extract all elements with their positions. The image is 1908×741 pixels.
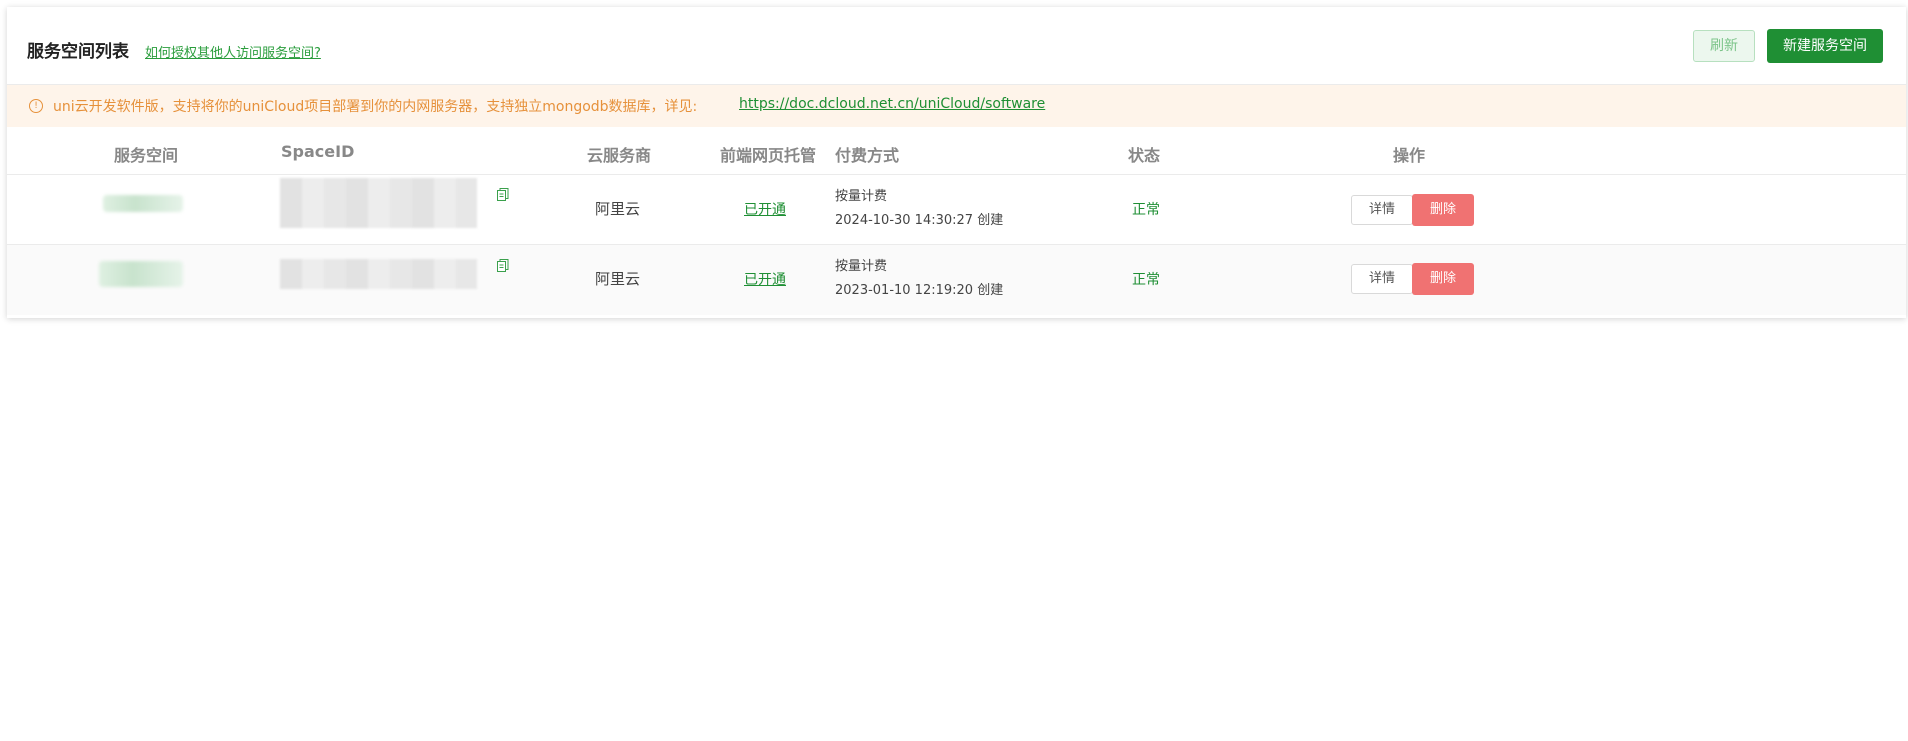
info-icon: ! bbox=[29, 99, 43, 113]
col-header-actions: 操作 bbox=[1393, 146, 1426, 165]
created-time: 2024-10-30 14:30:27 创建 bbox=[835, 213, 1004, 228]
new-service-space-button[interactable]: 新建服务空间 bbox=[1767, 29, 1883, 63]
delete-button[interactable]: 删除 bbox=[1412, 263, 1474, 295]
provider-text: 阿里云 bbox=[595, 200, 641, 218]
service-space-panel: 服务空间列表 如何授权其他人访问服务空间? 刷新 新建服务空间 ! uni云开发… bbox=[7, 7, 1906, 318]
copy-icon[interactable] bbox=[497, 257, 509, 272]
status-badge: 正常 bbox=[1132, 272, 1160, 288]
notice-banner: ! uni云开发软件版，支持将你的uniCloud项目部署到你的内网服务器，支持… bbox=[7, 85, 1906, 127]
notice-text: uni云开发软件版，支持将你的uniCloud项目部署到你的内网服务器，支持独立… bbox=[53, 99, 698, 115]
col-header-status: 状态 bbox=[1128, 146, 1161, 165]
table-row: 阿里云 已开通 按量计费 2024-10-30 14:30:27 创建 正常 详… bbox=[7, 175, 1906, 245]
panel-header: 服务空间列表 如何授权其他人访问服务空间? 刷新 新建服务空间 bbox=[7, 7, 1906, 85]
provider-text: 阿里云 bbox=[595, 270, 641, 288]
spaceid-redacted bbox=[280, 178, 477, 228]
page-title: 服务空间列表 bbox=[27, 42, 129, 62]
spaceid-redacted bbox=[280, 259, 477, 289]
status-badge: 正常 bbox=[1132, 202, 1160, 218]
space-name-redacted bbox=[99, 261, 183, 287]
billing-type: 按量计费 bbox=[835, 189, 888, 204]
table-row: 阿里云 已开通 按量计费 2023-01-10 12:19:20 创建 正常 详… bbox=[7, 245, 1906, 315]
billing-type: 按量计费 bbox=[835, 259, 888, 274]
delete-button[interactable]: 删除 bbox=[1412, 194, 1474, 226]
notice-doc-link[interactable]: https://doc.dcloud.net.cn/uniCloud/softw… bbox=[739, 96, 1045, 112]
copy-icon[interactable] bbox=[497, 186, 509, 201]
col-header-spaceid: SpaceID bbox=[281, 142, 355, 161]
detail-button[interactable]: 详情 bbox=[1351, 195, 1413, 225]
hosting-link[interactable]: 已开通 bbox=[744, 269, 786, 289]
hosting-link[interactable]: 已开通 bbox=[744, 199, 786, 219]
col-header-billing: 付费方式 bbox=[835, 146, 900, 165]
detail-button[interactable]: 详情 bbox=[1351, 264, 1413, 294]
created-time: 2023-01-10 12:19:20 创建 bbox=[835, 283, 1004, 298]
col-header-space: 服务空间 bbox=[114, 146, 179, 165]
col-header-hosting: 前端网页托管 bbox=[720, 146, 817, 165]
refresh-button[interactable]: 刷新 bbox=[1693, 30, 1755, 62]
help-link[interactable]: 如何授权其他人访问服务空间? bbox=[145, 42, 321, 61]
space-name-redacted bbox=[103, 195, 183, 212]
table-header: 服务空间 SpaceID 云服务商 前端网页托管 付费方式 状态 操作 bbox=[7, 127, 1906, 175]
col-header-provider: 云服务商 bbox=[587, 146, 652, 165]
